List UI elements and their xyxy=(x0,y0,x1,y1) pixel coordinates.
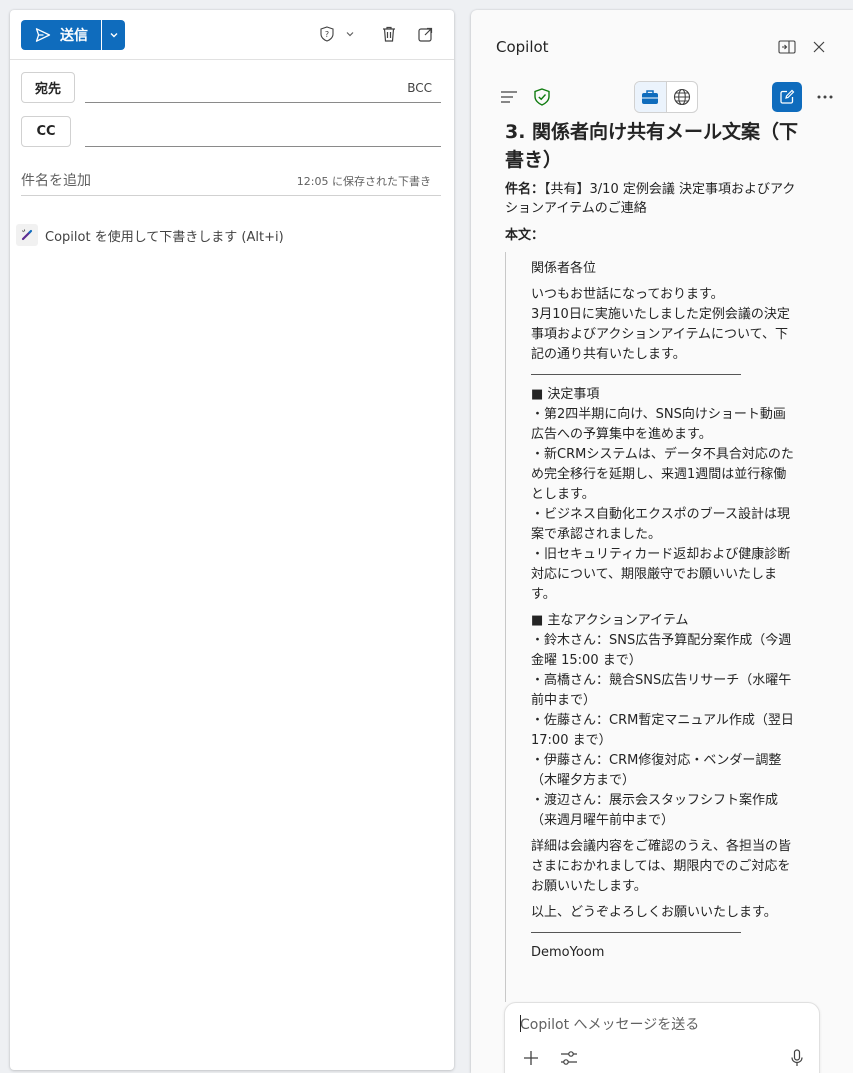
copilot-draft-hint[interactable]: Copilot を使用して下書きします (Alt+i) xyxy=(16,224,284,246)
closing-regards: 以上、どうぞよろしくお願いいたします。 xyxy=(531,905,777,920)
divider xyxy=(531,374,741,375)
draft-body-quote: 関係者各位 いつもお世話になっております。 3月10日に実施いたしました定例会議… xyxy=(505,252,795,1002)
plus-icon xyxy=(524,1051,538,1065)
greeting: 関係者各位 xyxy=(531,261,597,276)
to-field[interactable] xyxy=(85,102,441,103)
more-icon xyxy=(817,95,833,99)
cc-label: CC xyxy=(36,124,56,139)
signature-divider xyxy=(531,932,741,933)
chevron-down-icon xyxy=(346,32,354,37)
close-button[interactable] xyxy=(808,37,830,57)
to-button[interactable]: 宛先 xyxy=(21,72,75,103)
subject-input[interactable]: 件名を追加 xyxy=(21,170,91,190)
subject-label: 件名： xyxy=(505,182,545,197)
send-icon xyxy=(35,28,51,42)
menu-button[interactable] xyxy=(499,88,519,106)
subject-underline xyxy=(21,195,441,196)
copilot-message-input[interactable]: Copilot へメッセージを送る xyxy=(504,1002,820,1073)
add-attachment-button[interactable] xyxy=(521,1048,541,1068)
microphone-icon xyxy=(791,1049,803,1066)
new-chat-button[interactable] xyxy=(772,82,802,112)
settings-button[interactable] xyxy=(559,1048,579,1068)
sensitivity-dropdown[interactable] xyxy=(344,24,356,44)
shield-check-icon xyxy=(534,88,550,106)
compose-toolbar: 送信 ? xyxy=(10,10,454,60)
send-button[interactable]: 送信 xyxy=(21,20,101,50)
copilot-draft-hint-text: Copilot を使用して下書きします (Alt+i) xyxy=(45,229,284,245)
decisions-heading: ■ 決定事項 xyxy=(531,387,600,402)
bcc-button[interactable]: BCC xyxy=(407,81,432,95)
copilot-title: Copilot xyxy=(496,38,549,56)
compose-icon xyxy=(780,89,795,104)
dock-button[interactable] xyxy=(776,37,798,57)
copilot-pane: Copilot 3. 関係者向け共有メール文案（下書き） 件名：【共有】3/10… xyxy=(471,10,853,1073)
menu-icon xyxy=(501,91,517,103)
dock-panel-icon xyxy=(778,40,796,54)
close-icon xyxy=(813,41,825,53)
send-label: 送信 xyxy=(60,28,88,44)
saved-status: 12:05 に保存された下書き xyxy=(296,175,431,188)
decisions-list: ・第2四半期に向け、SNS向けショート動画広告への予算集中を進めます。 ・新CR… xyxy=(531,407,794,602)
cc-field[interactable] xyxy=(85,146,441,147)
text-caret xyxy=(520,1015,521,1032)
response-subject: 件名：【共有】3/10 定例会議 決定事項およびアクションアイテムのご連絡 xyxy=(505,180,805,218)
copilot-response: 3. 関係者向け共有メール文案（下書き） 件名：【共有】3/10 定例会議 決定… xyxy=(505,118,805,245)
scope-toggle xyxy=(634,81,698,113)
copilot-pen-icon xyxy=(16,224,38,246)
actions-heading: ■ 主なアクションアイテム xyxy=(531,613,689,628)
chevron-down-icon xyxy=(110,33,117,38)
microphone-button[interactable] xyxy=(787,1048,807,1068)
actions-list: ・鈴木さん：SNS広告予算配分案作成（今週金曜 15:00 まで） ・高橋さん：… xyxy=(531,633,794,828)
to-label: 宛先 xyxy=(34,82,61,97)
briefcase-icon xyxy=(642,90,659,104)
intro: いつもお世話になっております。 3月10日に実施いたしました定例会議の決定事項お… xyxy=(531,287,790,362)
pop-out-icon xyxy=(417,27,432,42)
compose-pane: 送信 ? 宛先 BCC CC 件名を追加 12:05 に保存された下書き Cop… xyxy=(10,10,454,1070)
sensitivity-button[interactable]: ? xyxy=(319,24,335,44)
sliders-icon xyxy=(561,1051,577,1065)
closing-request: 詳細は会議内容をご確認のうえ、各担当の皆さまにおかれましては、期限内でのご対応を… xyxy=(531,839,792,894)
subject-value: 【共有】3/10 定例会議 決定事項およびアクションアイテムのご連絡 xyxy=(505,182,796,216)
more-options-button[interactable] xyxy=(815,88,835,106)
web-mode-button[interactable] xyxy=(667,82,698,112)
body-label: 本文： xyxy=(505,228,545,243)
cc-button[interactable]: CC xyxy=(21,116,71,147)
trash-icon xyxy=(383,26,395,42)
message-placeholder: Copilot へメッセージを送る xyxy=(520,1017,700,1033)
protected-indicator[interactable] xyxy=(532,87,552,107)
globe-icon xyxy=(673,88,690,106)
sensitivity-icon: ? xyxy=(320,26,334,42)
discard-button[interactable] xyxy=(380,24,398,44)
send-options-button[interactable] xyxy=(102,20,125,50)
response-heading: 3. 関係者向け共有メール文案（下書き） xyxy=(505,121,799,171)
signature: DemoYoom xyxy=(531,945,605,960)
pop-out-button[interactable] xyxy=(415,24,435,44)
work-mode-button[interactable] xyxy=(635,82,667,112)
svg-text:?: ? xyxy=(325,30,329,39)
